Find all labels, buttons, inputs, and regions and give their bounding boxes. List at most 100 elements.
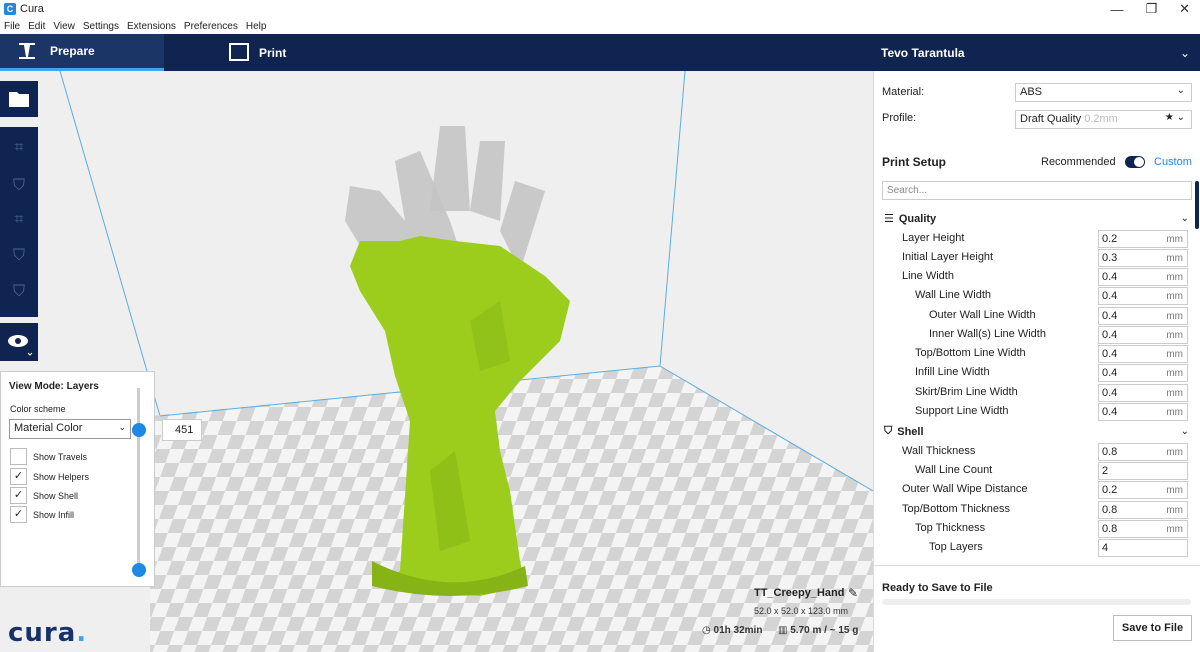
menu-settings[interactable]: Settings: [83, 21, 119, 32]
maximize-icon[interactable]: ❐: [1145, 1, 1157, 17]
profile-value: Draft Quality: [1020, 113, 1082, 125]
setting-row: Layer Height 0.2 mm: [874, 230, 1194, 249]
chevron-down-icon[interactable]: ⌄: [1180, 46, 1190, 60]
setting-label: Wall Line Width: [915, 289, 992, 301]
setting-label: Outer Wall Line Width: [929, 309, 1036, 321]
menu-preferences[interactable]: Preferences: [184, 21, 238, 32]
setting-label: Skirt/Brim Line Width: [915, 386, 1018, 398]
show-travels-row[interactable]: Show Travels: [10, 448, 87, 465]
mode-custom[interactable]: Custom: [1154, 156, 1192, 168]
show-shell-label: Show Shell: [33, 490, 79, 501]
cura-logo: cura.: [8, 618, 88, 648]
show-shell-checkbox[interactable]: ✓: [10, 487, 27, 504]
view-mode-button[interactable]: [0, 323, 38, 361]
profile-select[interactable]: Draft Quality 0.2mm ★ ⌄: [1015, 110, 1192, 129]
menu-extensions[interactable]: Extensions: [127, 21, 176, 32]
layer-view-panel: View Mode: Layers Color scheme Material …: [0, 371, 155, 587]
color-scheme-label: Color scheme: [10, 404, 66, 414]
folder-icon: [9, 92, 29, 107]
setting-value: 0.8: [1102, 523, 1118, 535]
setting-unit: mm: [1166, 349, 1183, 360]
setting-value-input[interactable]: 0.8 mm: [1098, 520, 1188, 538]
show-infill-checkbox[interactable]: ✓: [10, 506, 27, 523]
scale-tool-icon[interactable]: ⛉: [9, 177, 29, 197]
setting-value: 0.3: [1102, 252, 1118, 264]
menu-help[interactable]: Help: [246, 21, 267, 32]
show-shell-row[interactable]: ✓ Show Shell: [10, 487, 78, 504]
setting-value-input[interactable]: 0.4 mm: [1098, 287, 1188, 305]
setting-value-input[interactable]: 0.2 mm: [1098, 230, 1188, 248]
setting-unit: mm: [1166, 447, 1183, 458]
open-file-button[interactable]: [0, 81, 38, 117]
pencil-icon[interactable]: ✎: [848, 586, 858, 600]
menu-bar: File Edit View Settings Extensions Prefe…: [0, 18, 1200, 34]
profile-label: Profile:: [882, 112, 917, 124]
layer-slider-bottom-handle[interactable]: [132, 563, 146, 577]
section-shell-title: Shell: [897, 425, 924, 438]
show-travels-checkbox[interactable]: [10, 448, 27, 465]
material-label: Material:: [882, 86, 925, 98]
material-usage: ▥ 5.70 m / ~ 15 g: [778, 625, 859, 636]
menu-edit[interactable]: Edit: [28, 21, 45, 32]
setting-value-input[interactable]: 0.4 mm: [1098, 307, 1188, 325]
per-model-settings-icon[interactable]: ⛉: [9, 283, 29, 303]
setting-unit: mm: [1166, 388, 1183, 399]
setting-value-input[interactable]: 0.8 mm: [1098, 501, 1188, 519]
setting-label: Inner Wall(s) Line Width: [929, 328, 1046, 340]
printer-selector[interactable]: Tevo Tarantula: [881, 34, 965, 71]
layer-slider-top-handle[interactable]: [132, 423, 146, 437]
section-quality[interactable]: ☰ Quality ⌄: [884, 212, 1189, 226]
setting-value: 0.4: [1102, 271, 1118, 283]
settings-search-input[interactable]: Search...: [882, 181, 1192, 200]
layer-view-title: View Mode: Layers: [9, 381, 99, 392]
close-icon[interactable]: ✕: [1179, 1, 1190, 17]
menu-view[interactable]: View: [53, 21, 75, 32]
setting-unit: mm: [1166, 234, 1183, 245]
layer-slider-track[interactable]: [137, 388, 140, 570]
setting-row: Skirt/Brim Line Width 0.4 mm: [874, 384, 1194, 403]
setting-label: Initial Layer Height: [902, 251, 994, 263]
tab-prepare[interactable]: Prepare: [0, 34, 164, 71]
show-helpers-row[interactable]: ✓ Show Helpers: [10, 468, 89, 485]
setting-value-input[interactable]: 0.8 mm: [1098, 443, 1188, 461]
setting-value-input[interactable]: 2: [1098, 462, 1188, 480]
setting-value: 0.4: [1102, 367, 1118, 379]
setting-value-input[interactable]: 0.4 mm: [1098, 403, 1188, 421]
minimize-icon[interactable]: —: [1110, 2, 1123, 17]
setting-label: Outer Wall Wipe Distance: [902, 483, 1028, 495]
setting-label: Wall Thickness: [902, 445, 976, 457]
setting-value-input[interactable]: 0.4 mm: [1098, 384, 1188, 402]
setting-label: Support Line Width: [915, 405, 1009, 417]
setting-label: Line Width: [902, 270, 954, 282]
section-shell[interactable]: ⛉ Shell ⌄: [884, 425, 1189, 438]
mode-toggle[interactable]: [1125, 156, 1145, 168]
setting-value-input[interactable]: 0.4 mm: [1098, 326, 1188, 344]
print-monitor-icon: [229, 43, 249, 61]
print-time: ◷ 01h 32min: [702, 625, 763, 636]
move-tool-icon[interactable]: ⌗: [9, 139, 29, 159]
show-helpers-checkbox[interactable]: ✓: [10, 468, 27, 485]
tab-print[interactable]: Print: [229, 34, 286, 71]
layer-number-input[interactable]: 451: [162, 419, 202, 441]
mirror-tool-icon[interactable]: ⛉: [9, 247, 29, 267]
setting-row: Initial Layer Height 0.3 mm: [874, 249, 1194, 268]
settings-scrollbar[interactable]: [1195, 181, 1199, 229]
eye-icon: [8, 335, 33, 356]
setting-value-input[interactable]: 4: [1098, 539, 1188, 557]
material-select[interactable]: ABS ⌄: [1015, 83, 1192, 102]
menu-file[interactable]: File: [4, 21, 20, 32]
chevron-down-icon: ⌄: [1180, 213, 1189, 224]
show-infill-label: Show Infill: [33, 509, 75, 520]
rotate-tool-icon[interactable]: ⌗: [9, 211, 29, 231]
setting-value-input[interactable]: 0.4 mm: [1098, 345, 1188, 363]
setting-value-input[interactable]: 0.3 mm: [1098, 249, 1188, 267]
setting-value-input[interactable]: 0.2 mm: [1098, 481, 1188, 499]
setting-value-input[interactable]: 0.4 mm: [1098, 268, 1188, 286]
color-scheme-select[interactable]: Material Color ⌄: [9, 419, 131, 439]
mode-recommended[interactable]: Recommended: [1041, 156, 1116, 168]
setting-label: Top Thickness: [915, 522, 986, 534]
model-name: TT_Creepy_Hand: [754, 587, 845, 599]
setting-value-input[interactable]: 0.4 mm: [1098, 364, 1188, 382]
show-infill-row[interactable]: ✓ Show Infill: [10, 506, 74, 523]
save-to-file-button[interactable]: Save to File: [1113, 615, 1192, 641]
